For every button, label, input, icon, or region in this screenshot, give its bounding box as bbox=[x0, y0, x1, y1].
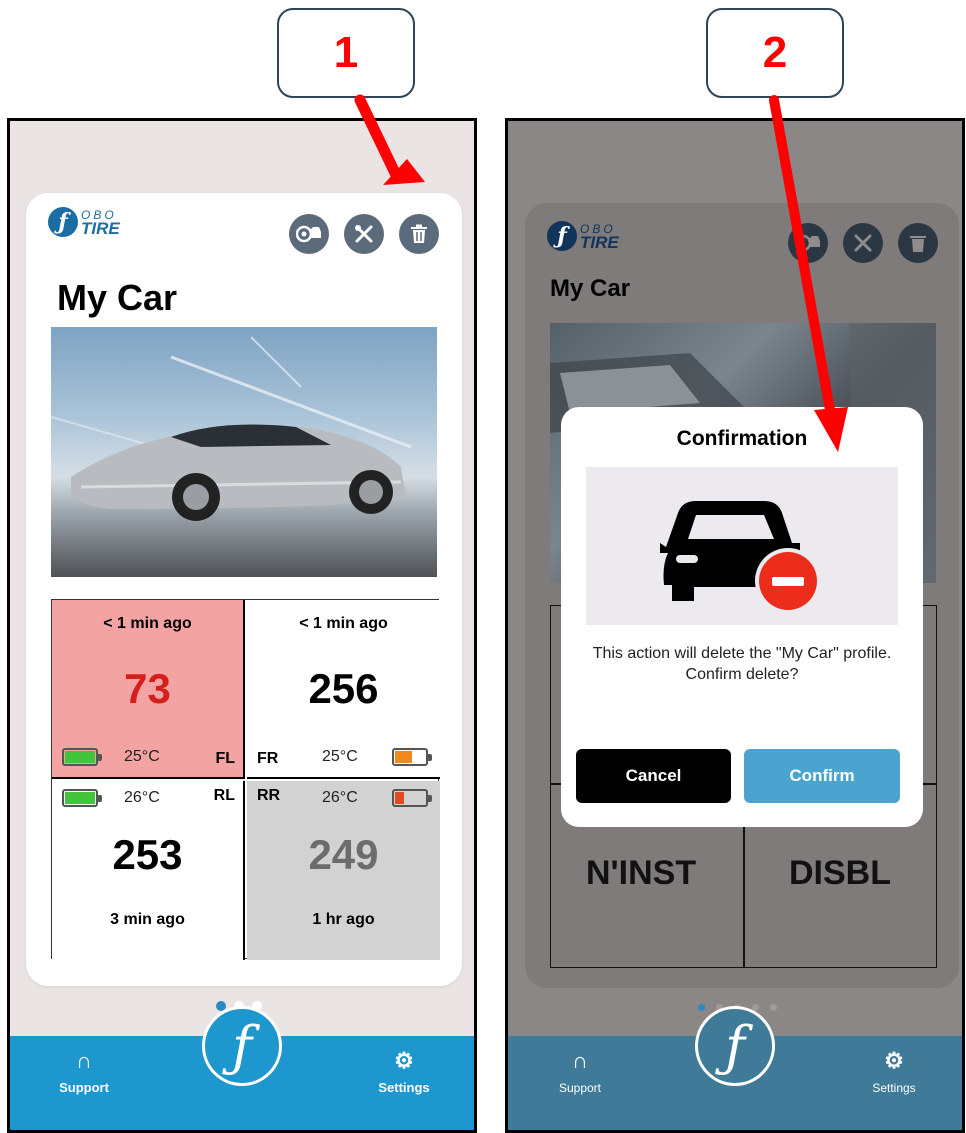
support-label: Support bbox=[59, 1080, 109, 1095]
tools-icon bbox=[854, 234, 872, 252]
last-update-text: 3 min ago bbox=[110, 911, 185, 928]
logo-text-bottom: TIRE bbox=[580, 233, 619, 252]
pressure-value: 249 bbox=[308, 831, 379, 878]
tire-settings-icon bbox=[795, 234, 820, 252]
cancel-button[interactable]: Cancel bbox=[576, 749, 731, 803]
headset-icon: ∩ bbox=[76, 1048, 92, 1073]
tire-settings-button[interactable] bbox=[289, 214, 329, 254]
delete-button bbox=[898, 223, 938, 263]
tire-settings-icon bbox=[296, 225, 321, 243]
home-logo-button[interactable]: ƒ bbox=[202, 1006, 282, 1086]
support-label: Support bbox=[558, 1081, 602, 1095]
battery-icon bbox=[392, 748, 432, 766]
tire-position-label: RR bbox=[257, 787, 281, 804]
tire-cell-fl[interactable]: < 1 min ago 73 25°C FL bbox=[52, 600, 245, 779]
car-title: My Car bbox=[57, 277, 178, 318]
pressure-value: 256 bbox=[308, 665, 379, 712]
last-update-text: 1 hr ago bbox=[312, 911, 375, 928]
trash-icon bbox=[411, 224, 427, 243]
delete-button[interactable] bbox=[399, 214, 439, 254]
step-callout-2: 2 bbox=[706, 8, 844, 98]
support-tab[interactable]: ∩ Support bbox=[540, 1048, 620, 1095]
battery-fill bbox=[395, 751, 412, 763]
logo-f-icon: ƒ bbox=[48, 207, 78, 237]
gear-icon: ⚙ bbox=[884, 1048, 904, 1073]
battery-icon bbox=[392, 789, 432, 807]
car-remove-icon bbox=[660, 501, 821, 614]
battery-icon bbox=[62, 789, 102, 807]
tire-pressure-grid: < 1 min ago 73 25°C FL < 1 min ago 256 F… bbox=[51, 599, 440, 960]
page-dot[interactable] bbox=[770, 1004, 777, 1011]
bottom-nav: ∩ Support ƒ ⚙ Settings bbox=[10, 1006, 474, 1130]
phone-screen-2: ƒ OBO TIRE My Car N'INST DISBL ∩ Support… bbox=[505, 118, 965, 1133]
dialog-illustration bbox=[586, 467, 898, 625]
tire-position-label: FR bbox=[257, 750, 279, 767]
tire-settings-button bbox=[788, 223, 828, 263]
dialog-message: This action will delete the "My Car" pro… bbox=[592, 645, 892, 683]
temperature-text: 25°C bbox=[124, 748, 160, 765]
last-update-text: < 1 min ago bbox=[299, 615, 388, 632]
tire-position-label: RL bbox=[213, 787, 235, 804]
battery-fill bbox=[65, 751, 95, 763]
settings-label: Settings bbox=[872, 1081, 916, 1095]
logo-f-icon: ƒ bbox=[725, 1014, 745, 1078]
confirmation-dialog: Confirmation This action will delete the… bbox=[561, 407, 923, 827]
temperature-text: 26°C bbox=[322, 789, 358, 806]
bottom-nav: ∩ Support ƒ ⚙ Settings bbox=[508, 1006, 962, 1130]
headset-icon: ∩ bbox=[572, 1048, 588, 1073]
car-title: My Car bbox=[550, 275, 631, 302]
tile-status-text: DISBL bbox=[789, 854, 891, 892]
last-update-text: < 1 min ago bbox=[103, 615, 192, 632]
tire-cell-rr[interactable]: RR 26°C 249 1 hr ago bbox=[247, 781, 440, 960]
logo-f-icon: ƒ bbox=[547, 221, 577, 251]
battery-fill bbox=[65, 792, 95, 804]
support-tab[interactable]: ∩ Support bbox=[44, 1048, 124, 1095]
phone-screen-1: ƒ OBO TIRE My Car < 1 min ago 73 25°C FL… bbox=[7, 118, 477, 1133]
tire-cell-rl[interactable]: 26°C RL 253 3 min ago bbox=[52, 781, 245, 960]
gear-icon: ⚙ bbox=[394, 1048, 414, 1073]
pressure-value: 253 bbox=[112, 831, 183, 878]
tire-position-label: FL bbox=[215, 750, 235, 767]
logo-f-icon: ƒ bbox=[232, 1014, 252, 1078]
confirm-button[interactable]: Confirm bbox=[744, 749, 900, 803]
settings-label: Settings bbox=[378, 1080, 430, 1095]
home-logo-button[interactable]: ƒ bbox=[695, 1006, 775, 1086]
app-logo: ƒ OBO TIRE bbox=[48, 207, 120, 237]
battery-icon bbox=[62, 748, 102, 766]
temperature-text: 26°C bbox=[124, 789, 160, 806]
step-callout-1: 1 bbox=[277, 8, 415, 98]
battery-fill bbox=[395, 792, 404, 804]
pressure-value: 73 bbox=[124, 665, 171, 712]
dialog-title: Confirmation bbox=[676, 427, 808, 450]
car-photo bbox=[51, 327, 437, 577]
tire-cell-fr[interactable]: < 1 min ago 256 FR 25°C bbox=[247, 600, 440, 779]
tools-icon bbox=[355, 225, 373, 243]
car-card: ƒ OBO TIRE My Car < 1 min ago 73 25°C FL… bbox=[26, 193, 462, 986]
settings-tab[interactable]: ⚙ Settings bbox=[364, 1048, 444, 1095]
settings-tab[interactable]: ⚙ Settings bbox=[854, 1048, 934, 1095]
app-logo: ƒ OBO TIRE bbox=[547, 221, 619, 251]
page-dot[interactable] bbox=[698, 1004, 705, 1011]
logo-text-bottom: TIRE bbox=[81, 219, 120, 238]
trash-icon bbox=[910, 236, 926, 252]
tools-button bbox=[843, 223, 883, 263]
tile-status-text: N'INST bbox=[586, 854, 697, 892]
tools-button[interactable] bbox=[344, 214, 384, 254]
temperature-text: 25°C bbox=[322, 748, 358, 765]
